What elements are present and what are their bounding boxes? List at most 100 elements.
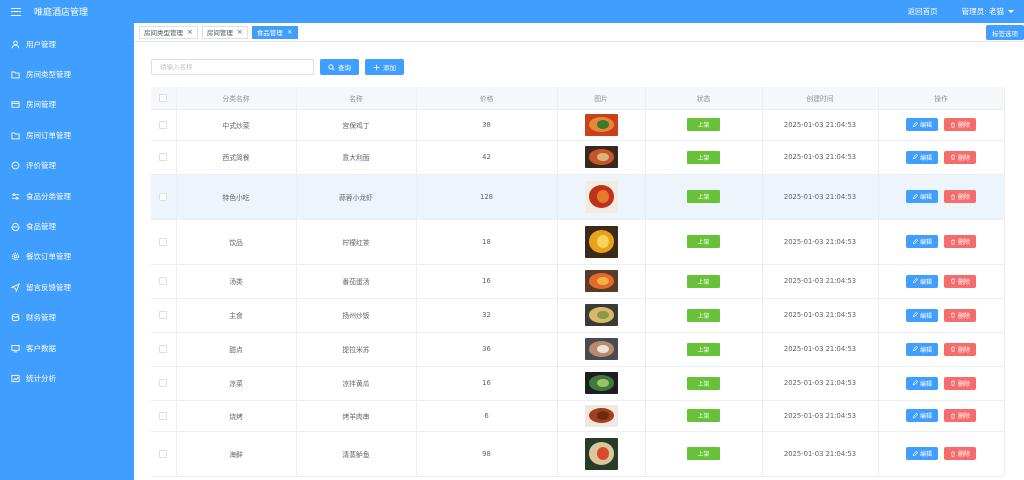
- edit-button-label: 编辑: [919, 413, 932, 420]
- delete-button[interactable]: 删除: [944, 274, 977, 288]
- delete-button[interactable]: 删除: [944, 447, 977, 460]
- name-cell: 扬州炒饭: [296, 298, 417, 333]
- tab-options-button[interactable]: 标签选项: [986, 25, 1024, 40]
- created-time-cell: 2025-01-03 21:04:53: [762, 332, 879, 367]
- table-row[interactable]: 烧烤 烤羊肉串 6 上架 2025-01-03 21:04:53 编辑 删除: [151, 400, 1005, 432]
- sidebar-item[interactable]: 用户管理: [0, 29, 134, 59]
- sidebar-item[interactable]: 留言反馈管理: [0, 272, 134, 302]
- admin-dropdown[interactable]: 管理员: 老猫: [962, 6, 1014, 17]
- tab-label: 房间管理: [206, 29, 233, 37]
- tab[interactable]: 食品管理 ×: [251, 25, 298, 39]
- sidebar-item[interactable]: 房间订单管理: [0, 120, 134, 150]
- sidebar-item[interactable]: 财务管理: [0, 303, 134, 333]
- row-checkbox[interactable]: [159, 345, 168, 353]
- edit-button-label: 编辑: [919, 239, 932, 246]
- chart-icon: [11, 374, 20, 383]
- edit-icon: [912, 346, 918, 352]
- row-checkbox[interactable]: [159, 449, 168, 458]
- table-row[interactable]: 汤类 番茄蛋汤 16 上架 2025-01-03 21:04:53 编辑 删除: [151, 264, 1005, 299]
- delete-button-label: 删除: [958, 413, 971, 420]
- row-checkbox[interactable]: [159, 379, 168, 387]
- table-row[interactable]: 特色小吃 蒜蓉小龙虾 128 上架 2025-01-03 21:04:53 编辑 删除: [151, 174, 1005, 220]
- close-icon[interactable]: ×: [237, 28, 243, 36]
- delete-button[interactable]: 删除: [944, 409, 977, 422]
- edit-button[interactable]: 编辑: [905, 118, 938, 131]
- edit-icon: [912, 450, 918, 456]
- edit-button[interactable]: 编辑: [905, 274, 938, 288]
- edit-button-label: 编辑: [919, 451, 932, 458]
- search-input[interactable]: [151, 59, 314, 75]
- edit-button[interactable]: 编辑: [905, 308, 938, 322]
- sidebar-item[interactable]: 房间类型管理: [0, 59, 134, 89]
- add-button[interactable]: 添加: [365, 59, 404, 75]
- edit-button[interactable]: 编辑: [905, 235, 938, 248]
- edit-button[interactable]: 编辑: [905, 447, 938, 460]
- row-checkbox[interactable]: [159, 120, 168, 129]
- price-cell: 18: [416, 219, 558, 265]
- status-badge: 上架: [687, 342, 720, 356]
- sliders-icon: [11, 192, 20, 200]
- row-checkbox[interactable]: [159, 277, 168, 285]
- delete-button-label: 删除: [958, 194, 971, 201]
- search-button[interactable]: 查询: [320, 59, 359, 75]
- table-row[interactable]: 西式简餐 意大利面 42 上架 2025-01-03 21:04:53 编辑 删除: [151, 140, 1005, 175]
- sidebar-item[interactable]: 统计分析: [0, 363, 134, 393]
- menu-toggle-icon[interactable]: [11, 6, 27, 18]
- edit-button[interactable]: 编辑: [905, 376, 938, 390]
- table-row[interactable]: 海鲜 清蒸鲈鱼 98 上架 2025-01-03 21:04:53 编辑 删除: [151, 431, 1005, 477]
- tab[interactable]: 房间类型管理 ×: [139, 25, 198, 39]
- sidebar-item-label: 食品管理: [26, 222, 56, 232]
- row-checkbox[interactable]: [159, 192, 168, 201]
- delete-button[interactable]: 删除: [944, 342, 977, 356]
- sidebar-item-label: 餐饮订单管理: [26, 252, 71, 262]
- sidebar-item[interactable]: 客户数据: [0, 333, 134, 363]
- price-cell: 42: [416, 140, 558, 175]
- name-cell: 蒜蓉小龙虾: [296, 174, 417, 220]
- sidebar-item[interactable]: 食品分类管理: [0, 181, 134, 211]
- home-link[interactable]: 返回首页: [908, 6, 938, 17]
- edit-button[interactable]: 编辑: [905, 342, 938, 356]
- row-checkbox[interactable]: [159, 411, 168, 420]
- delete-button[interactable]: 删除: [944, 308, 977, 322]
- sidebar-item-label: 食品分类管理: [26, 191, 71, 201]
- row-checkbox[interactable]: [159, 311, 168, 319]
- delete-button[interactable]: 删除: [944, 118, 977, 131]
- sidebar-item[interactable]: 食品管理: [0, 211, 134, 241]
- delete-button[interactable]: 删除: [944, 150, 977, 164]
- table-row[interactable]: 甜点 提拉米苏 36 上架 2025-01-03 21:04:53 编辑 删除: [151, 332, 1005, 367]
- category-cell: 汤类: [176, 264, 297, 299]
- sidebar-item-label: 财务管理: [26, 313, 56, 323]
- trash-icon: [951, 194, 955, 200]
- edit-button[interactable]: 编辑: [905, 409, 938, 422]
- select-all-checkbox[interactable]: [159, 93, 168, 102]
- trash-icon: [951, 312, 955, 318]
- sidebar-item[interactable]: 评价管理: [0, 151, 134, 181]
- delete-button[interactable]: 删除: [944, 376, 977, 390]
- delete-button[interactable]: 删除: [944, 235, 977, 248]
- close-icon[interactable]: ×: [187, 28, 193, 36]
- top-bar: 唯庭酒店管理 返回首页 管理员: 老猫: [0, 0, 1024, 23]
- table-row[interactable]: 主食 扬州炒饭 32 上架 2025-01-03 21:04:53 编辑 删除: [151, 298, 1005, 333]
- created-time-cell: 2025-01-03 21:04:53: [762, 140, 879, 175]
- column-header: 名称: [296, 87, 417, 110]
- status-badge: 上架: [687, 235, 720, 248]
- trash-icon: [951, 346, 955, 352]
- edit-icon: [912, 238, 918, 244]
- edit-button[interactable]: 编辑: [905, 150, 938, 164]
- chat-icon: [11, 161, 20, 170]
- sidebar-item[interactable]: 餐饮订单管理: [0, 242, 134, 272]
- table-row[interactable]: 凉菜 凉拌黄瓜 16 上架 2025-01-03 21:04:53 编辑 删除: [151, 366, 1005, 401]
- table-row[interactable]: 中式炒菜 宫保鸡丁 38 上架 2025-01-03 21:04:53 编辑 删除: [151, 109, 1005, 141]
- row-checkbox[interactable]: [159, 237, 168, 246]
- edit-button[interactable]: 编辑: [905, 190, 938, 203]
- created-time-cell: 2025-01-03 21:04:53: [762, 298, 879, 333]
- sidebar-item[interactable]: 房间管理: [0, 90, 134, 120]
- row-checkbox[interactable]: [159, 153, 168, 161]
- close-icon[interactable]: ×: [287, 28, 293, 36]
- tab[interactable]: 房间管理 ×: [201, 25, 248, 39]
- category-cell: 中式炒菜: [176, 109, 297, 141]
- category-cell: 特色小吃: [176, 174, 297, 220]
- delete-button[interactable]: 删除: [944, 190, 977, 203]
- created-time-cell: 2025-01-03 21:04:53: [762, 400, 879, 432]
- table-row[interactable]: 饮品 柠檬红茶 18 上架 2025-01-03 21:04:53 编辑 删除: [151, 219, 1005, 265]
